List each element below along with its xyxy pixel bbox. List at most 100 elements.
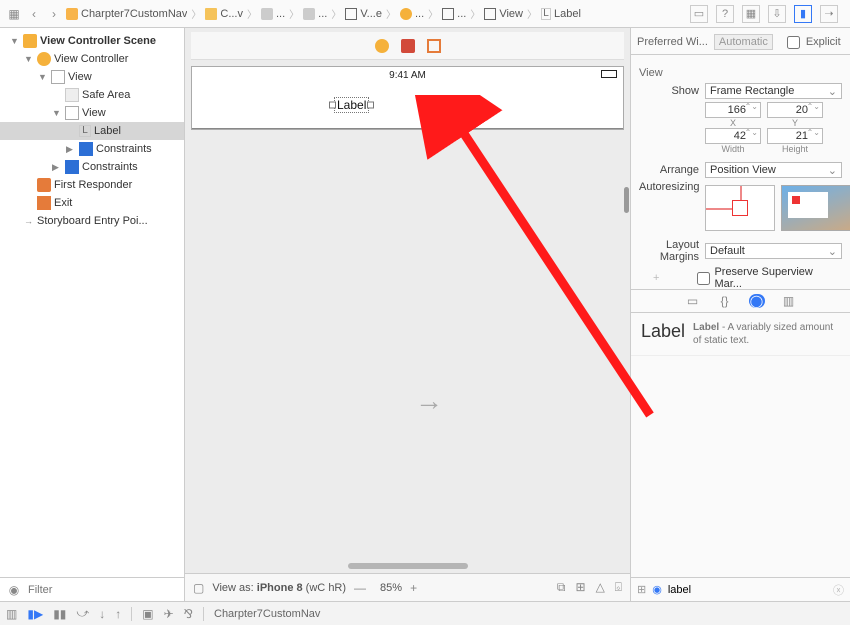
selected-label-element[interactable]: Label [334,97,369,113]
canvas-scrollbar[interactable] [624,187,629,213]
connections-inspector-icon[interactable]: ➝ [820,5,838,23]
outline-filter-input[interactable] [28,584,178,596]
tree-row-exit[interactable]: Exit [0,194,184,212]
continue-icon[interactable]: ▮▶ [27,607,43,621]
height-sublabel: Height [767,144,823,154]
viewas-device: iPhone 8 [257,582,303,594]
tree-row-view[interactable]: ▼View [0,104,184,122]
crumb-scene[interactable]: V...e [345,8,382,20]
grid-toggle-icon[interactable]: ⊞ [637,583,646,596]
y-field[interactable]: 20 [767,102,823,118]
step-out-icon[interactable]: ↑ [115,607,121,621]
canvas-h-scrollbar[interactable] [348,563,468,569]
debug-memgraph-icon[interactable]: ⅋ [184,607,193,621]
quickhelp-inspector-icon[interactable]: ? [716,5,734,23]
library-item[interactable]: Label Label - A variably sized amount of… [631,313,850,356]
library-search-input[interactable] [668,584,827,596]
media-lib-icon[interactable]: ▥ [781,294,797,308]
autoresizing-preview [781,185,850,231]
debug-view-icon[interactable]: ▣ [142,607,153,621]
crumb-label: ... [457,8,466,20]
nav-forward-icon[interactable]: › [46,6,62,22]
firstresponder-dock-icon[interactable] [401,39,415,53]
align-tool-icon[interactable]: ⧉ [557,580,566,595]
disclosure-icon[interactable]: ▶ [66,144,76,155]
crumb-view[interactable]: ... [442,8,466,20]
tree-row-view[interactable]: ▼View [0,68,184,86]
pin-tool-icon[interactable]: ⊞ [576,580,586,595]
file-inspector-icon[interactable]: ▭ [690,5,708,23]
attributes-inspector-icon[interactable]: ⇩ [768,5,786,23]
crumb-project[interactable]: Charpter7CustomNav [66,8,187,20]
crumb-vc[interactable]: ... [400,8,424,20]
layout-margins-select[interactable]: Default [705,243,842,259]
debug-process-name[interactable]: Charpter7CustomNav [214,608,320,620]
library-tab-strip: ▭ {} ◯ ▥ [631,289,850,313]
device-canvas[interactable]: 9:41 AM Label [191,66,624,130]
tree-row-safearea[interactable]: Safe Area [0,86,184,104]
preserve-superview-checkbox[interactable] [697,272,710,285]
vc-dock-icon[interactable] [375,39,389,53]
object-lib-icon[interactable]: ◯ [749,294,765,308]
zoom-in-button[interactable]: + [410,581,417,595]
crumb-file[interactable]: ... [261,8,285,20]
disclosure-icon[interactable]: ▼ [38,72,48,82]
x-field[interactable]: 166 [705,102,761,118]
tree-row-scene[interactable]: ▼View Controller Scene [0,32,184,50]
file-template-lib-icon[interactable]: ▭ [685,294,701,308]
preferred-width-value[interactable]: Automatic [714,34,773,50]
constraints-icon [65,160,79,174]
explicit-checkbox[interactable] [787,36,800,49]
identity-inspector-icon[interactable]: ▦ [742,5,760,23]
zoom-out-button[interactable]: — [354,581,366,595]
height-field[interactable]: 21 [767,128,823,144]
crumb-label: Charpter7CustomNav [81,8,187,20]
crumb-label-item[interactable]: LLabel [541,8,581,20]
row-label: Label [94,125,121,137]
pause-icon[interactable]: ▮▮ [53,607,66,621]
code-snippet-lib-icon[interactable]: {} [717,294,733,308]
row-label: Storyboard Entry Poi... [37,215,148,227]
filter-icon[interactable]: ◉ [6,582,22,598]
disclosure-icon[interactable]: ▼ [10,36,20,46]
embed-tool-icon[interactable]: ⌺ [615,580,622,595]
simulated-navbar[interactable]: Label [192,83,623,129]
show-select[interactable]: Frame Rectangle [705,83,842,99]
arrange-select[interactable]: Position View [705,162,842,178]
library-item-preview: Label [641,321,685,347]
view-icon [65,106,79,120]
step-in-icon[interactable]: ↓ [99,607,105,621]
trait-h: hR [328,582,342,594]
viewas-label[interactable]: View as: iPhone 8 (wC hR) [212,582,346,594]
outline-tree[interactable]: ▼View Controller Scene ▼View Controller … [0,28,184,577]
tree-row-viewcontroller[interactable]: ▼View Controller [0,50,184,68]
outline-toggle-icon[interactable]: ▢ [193,581,204,595]
related-items-icon[interactable]: ▦ [6,6,22,22]
tree-row-entrypoint[interactable]: →Storyboard Entry Poi... [0,212,184,230]
autoresizing-control[interactable] [705,185,775,231]
resolve-tool-icon[interactable]: △ [596,580,605,595]
disclosure-icon[interactable]: ▼ [24,54,34,64]
clear-search-icon[interactable]: ⓧ [833,582,844,598]
exit-dock-icon[interactable] [427,39,441,53]
tree-row-label[interactable]: LLabel [0,122,184,140]
crumb-folder[interactable]: C...v [205,8,243,20]
size-inspector-icon[interactable]: ▮ [794,5,812,23]
crumb-view[interactable]: View [484,8,523,20]
debug-loc-icon[interactable]: ✈ [164,607,174,621]
entrypoint-arrow-icon: → [415,385,443,417]
width-field[interactable]: 42 [705,128,761,144]
autoresizing-label: Autoresizing [639,181,699,193]
arrow-right-icon: → [24,216,34,226]
disclosure-icon[interactable]: ▶ [52,162,62,173]
nav-back-icon[interactable]: ‹ [26,6,42,22]
zoom-value[interactable]: 85% [380,582,402,594]
tree-row-firstresponder[interactable]: First Responder [0,176,184,194]
tree-row-constraints[interactable]: ▶Constraints [0,140,184,158]
crumb-file[interactable]: ... [303,8,327,20]
jump-bar: ▦ ‹ › Charpter7CustomNav〉 C...v〉 ...〉 ..… [0,0,850,28]
tree-row-constraints[interactable]: ▶Constraints [0,158,184,176]
step-over-icon[interactable]: ⤻ [76,606,89,621]
hide-debug-icon[interactable]: ▥ [6,607,17,621]
disclosure-icon[interactable]: ▼ [52,108,62,118]
